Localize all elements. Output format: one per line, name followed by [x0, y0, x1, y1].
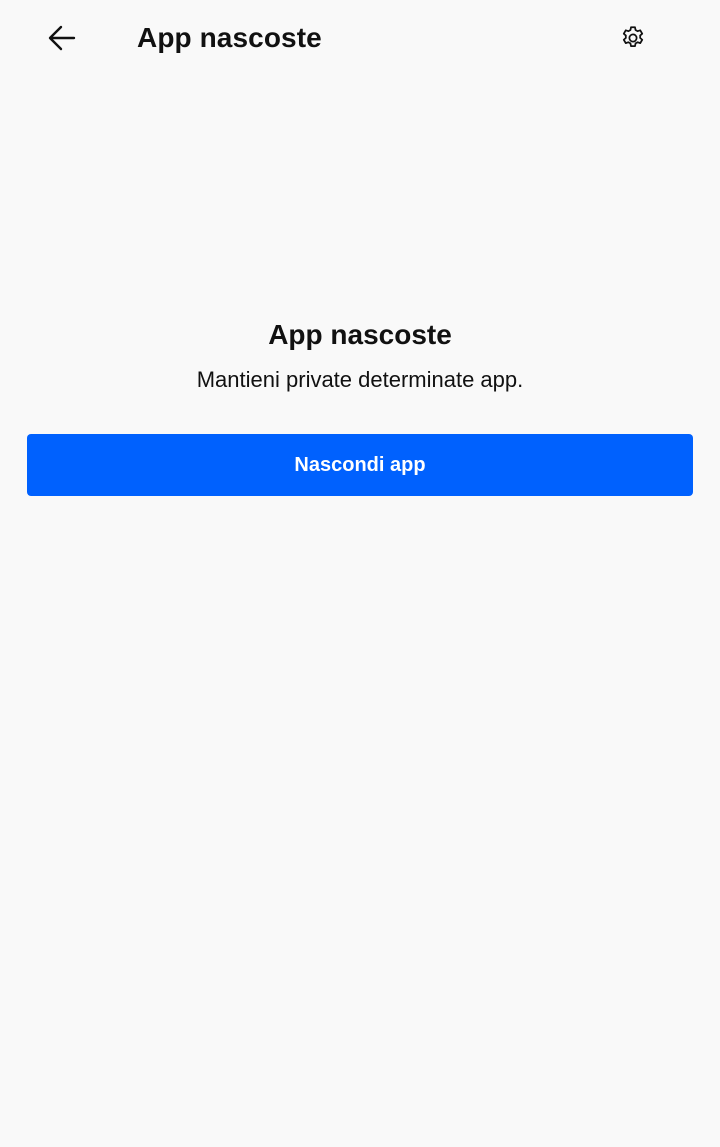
gear-icon — [622, 26, 644, 48]
empty-state: App nascoste Mantieni private determinat… — [0, 315, 720, 395]
settings-button[interactable] — [609, 14, 657, 62]
empty-state-title: App nascoste — [268, 319, 452, 350]
back-button[interactable] — [38, 14, 86, 62]
hide-apps-button[interactable]: Nascondi app — [27, 434, 693, 496]
empty-state-description: Mantieni private determinate app. — [196, 367, 524, 392]
page-title: App nascoste — [137, 22, 322, 53]
app-bar: App nascoste — [0, 0, 720, 76]
arrow-left-icon — [48, 25, 76, 51]
